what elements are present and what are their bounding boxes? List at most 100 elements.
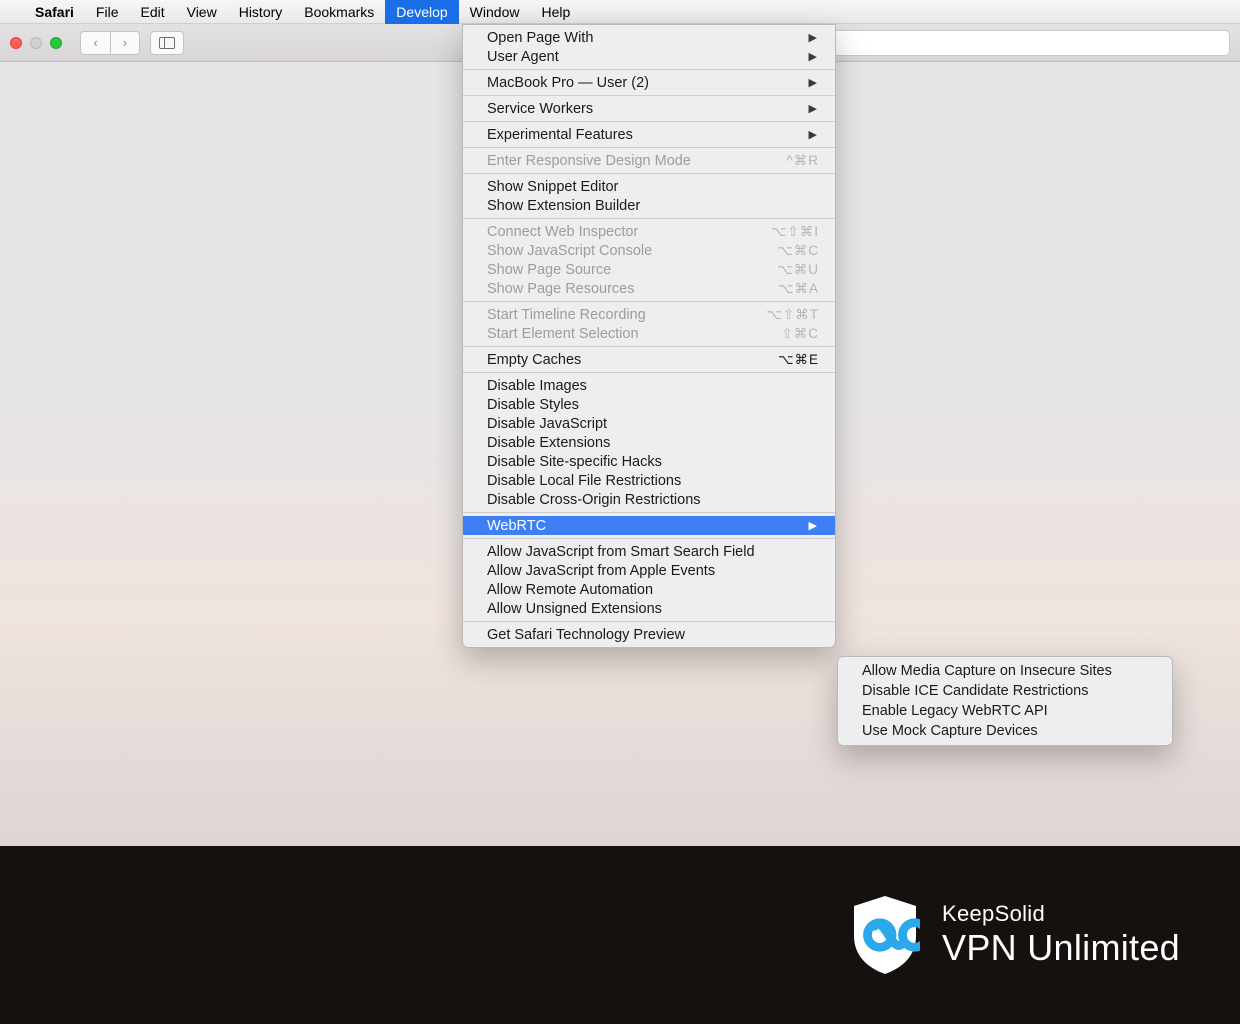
menu-item-label: Disable Site-specific Hacks <box>487 454 662 470</box>
menu-item-label: Disable Cross-Origin Restrictions <box>487 492 701 508</box>
menu-window[interactable]: Window <box>459 0 531 24</box>
menu-item-shortcut: ⌥⌘E <box>778 352 819 368</box>
menu-item-disable-styles[interactable]: Disable Styles <box>463 395 835 414</box>
menu-item-shortcut: ^⌘R <box>786 153 819 169</box>
menu-item-label: Allow Unsigned Extensions <box>487 601 662 617</box>
menu-item-label: Show JavaScript Console <box>487 243 652 259</box>
window-controls <box>10 37 62 49</box>
menu-item-label: Empty Caches <box>487 352 581 368</box>
menu-item-enter-responsive-design-mode: Enter Responsive Design Mode ^⌘R <box>463 151 835 170</box>
menu-item-get-safari-technology-preview[interactable]: Get Safari Technology Preview <box>463 625 835 644</box>
branding-footer: KeepSolid VPN Unlimited <box>0 846 1240 1024</box>
submenu-item-disable-ice-candidate-restrictions[interactable]: Disable ICE Candidate Restrictions <box>838 681 1172 701</box>
menu-item-shortcut: ⌥⌘C <box>777 243 819 259</box>
menu-item-service-workers[interactable]: Service Workers ▶ <box>463 99 835 118</box>
menu-item-disable-local-file-restrictions[interactable]: Disable Local File Restrictions <box>463 471 835 490</box>
submenu-item-allow-media-capture-on-insecure-sites[interactable]: Allow Media Capture on Insecure Sites <box>838 661 1172 681</box>
menu-item-label: Open Page With <box>487 30 593 46</box>
menu-item-label: Get Safari Technology Preview <box>487 627 685 643</box>
menu-item-label: Service Workers <box>487 101 593 117</box>
menu-item-allow-unsigned-extensions[interactable]: Allow Unsigned Extensions <box>463 599 835 618</box>
menu-bar: Safari File Edit View History Bookmarks … <box>0 0 1240 24</box>
menu-item-show-page-resources: Show Page Resources ⌥⌘A <box>463 279 835 298</box>
menu-item-shortcut: ⌥⇧⌘I <box>771 224 819 240</box>
webrtc-submenu: Allow Media Capture on Insecure SitesDis… <box>837 656 1173 746</box>
menu-help[interactable]: Help <box>530 0 581 24</box>
chevron-right-icon: ▶ <box>809 31 817 44</box>
menu-item-label: Disable Styles <box>487 397 579 413</box>
menu-item-label: Allow JavaScript from Smart Search Field <box>487 544 755 560</box>
brand-text: KeepSolid VPN Unlimited <box>942 901 1180 969</box>
brand-name-top: KeepSolid <box>942 901 1180 927</box>
menu-item-label: Disable JavaScript <box>487 416 607 432</box>
menu-item-connect-web-inspector: Connect Web Inspector ⌥⇧⌘I <box>463 222 835 241</box>
brand-name-bottom: VPN Unlimited <box>942 927 1180 969</box>
menu-item-macbook-pro-user-2[interactable]: MacBook Pro — User (2) ▶ <box>463 73 835 92</box>
menu-item-shortcut: ⌥⌘U <box>777 262 819 278</box>
brand-logo <box>850 894 920 976</box>
menu-item-label: Connect Web Inspector <box>487 224 638 240</box>
chevron-left-icon: ‹ <box>93 35 97 50</box>
menu-history[interactable]: History <box>228 0 294 24</box>
submenu-item-use-mock-capture-devices[interactable]: Use Mock Capture Devices <box>838 721 1172 741</box>
menu-item-label: Allow JavaScript from Apple Events <box>487 563 715 579</box>
menu-item-disable-site-specific-hacks[interactable]: Disable Site-specific Hacks <box>463 452 835 471</box>
menu-item-disable-extensions[interactable]: Disable Extensions <box>463 433 835 452</box>
menu-item-label: MacBook Pro — User (2) <box>487 75 649 91</box>
menu-item-empty-caches[interactable]: Empty Caches ⌥⌘E <box>463 350 835 369</box>
menu-item-label: Enter Responsive Design Mode <box>487 153 691 169</box>
menu-file[interactable]: File <box>85 0 130 24</box>
menu-item-label: Experimental Features <box>487 127 633 143</box>
fullscreen-window-button[interactable] <box>50 37 62 49</box>
menu-item-label: Allow Remote Automation <box>487 582 653 598</box>
menu-item-webrtc[interactable]: WebRTC ▶ <box>463 516 835 535</box>
menu-item-disable-images[interactable]: Disable Images <box>463 376 835 395</box>
menu-item-allow-javascript-from-smart-search-field[interactable]: Allow JavaScript from Smart Search Field <box>463 542 835 561</box>
menu-item-label: Disable Extensions <box>487 435 610 451</box>
infinity-icon <box>850 894 920 976</box>
submenu-item-enable-legacy-webrtc-api[interactable]: Enable Legacy WebRTC API <box>838 701 1172 721</box>
menu-item-allow-javascript-from-apple-events[interactable]: Allow JavaScript from Apple Events <box>463 561 835 580</box>
menu-item-label: Show Page Resources <box>487 281 635 297</box>
menu-item-allow-remote-automation[interactable]: Allow Remote Automation <box>463 580 835 599</box>
menu-item-shortcut: ⌥⌘A <box>778 281 819 297</box>
nav-button-group: ‹ › <box>80 31 140 55</box>
menu-item-show-extension-builder[interactable]: Show Extension Builder <box>463 196 835 215</box>
menu-develop[interactable]: Develop <box>385 0 458 24</box>
forward-button[interactable]: › <box>110 31 140 55</box>
menu-safari[interactable]: Safari <box>24 0 85 24</box>
sidebar-icon <box>159 37 175 49</box>
menu-item-shortcut: ⇧⌘C <box>781 326 819 342</box>
menu-item-label: Disable Images <box>487 378 587 394</box>
menu-item-label: WebRTC <box>487 518 546 534</box>
menu-item-show-page-source: Show Page Source⌥⌘U <box>463 260 835 279</box>
menu-item-label: Show Extension Builder <box>487 198 640 214</box>
menu-item-experimental-features[interactable]: Experimental Features ▶ <box>463 125 835 144</box>
minimize-window-button[interactable] <box>30 37 42 49</box>
menu-item-start-timeline-recording: Start Timeline Recording⌥⇧⌘T <box>463 305 835 324</box>
chevron-right-icon: › <box>123 35 127 50</box>
menu-item-show-snippet-editor[interactable]: Show Snippet Editor <box>463 177 835 196</box>
menu-item-label: User Agent <box>487 49 559 65</box>
menu-item-disable-javascript[interactable]: Disable JavaScript <box>463 414 835 433</box>
menu-item-label: Disable Local File Restrictions <box>487 473 681 489</box>
menu-edit[interactable]: Edit <box>129 0 175 24</box>
chevron-right-icon: ▶ <box>809 50 817 63</box>
menu-item-label: Show Snippet Editor <box>487 179 618 195</box>
menu-item-open-page-with[interactable]: Open Page With ▶ <box>463 28 835 47</box>
sidebar-toggle-button[interactable] <box>150 31 184 55</box>
menu-item-shortcut: ⌥⇧⌘T <box>766 307 819 323</box>
chevron-right-icon: ▶ <box>809 102 817 115</box>
close-window-button[interactable] <box>10 37 22 49</box>
menu-item-show-javascript-console: Show JavaScript Console ⌥⌘C <box>463 241 835 260</box>
menu-bookmarks[interactable]: Bookmarks <box>293 0 385 24</box>
menu-item-start-element-selection: Start Element Selection⇧⌘C <box>463 324 835 343</box>
develop-dropdown: Open Page With▶User Agent▶MacBook Pro — … <box>462 24 836 648</box>
menu-view[interactable]: View <box>176 0 228 24</box>
chevron-right-icon: ▶ <box>809 128 817 141</box>
menu-item-disable-cross-origin-restrictions[interactable]: Disable Cross-Origin Restrictions <box>463 490 835 509</box>
menu-item-user-agent[interactable]: User Agent ▶ <box>463 47 835 66</box>
back-button[interactable]: ‹ <box>80 31 110 55</box>
chevron-right-icon: ▶ <box>809 519 817 532</box>
chevron-right-icon: ▶ <box>809 76 817 89</box>
